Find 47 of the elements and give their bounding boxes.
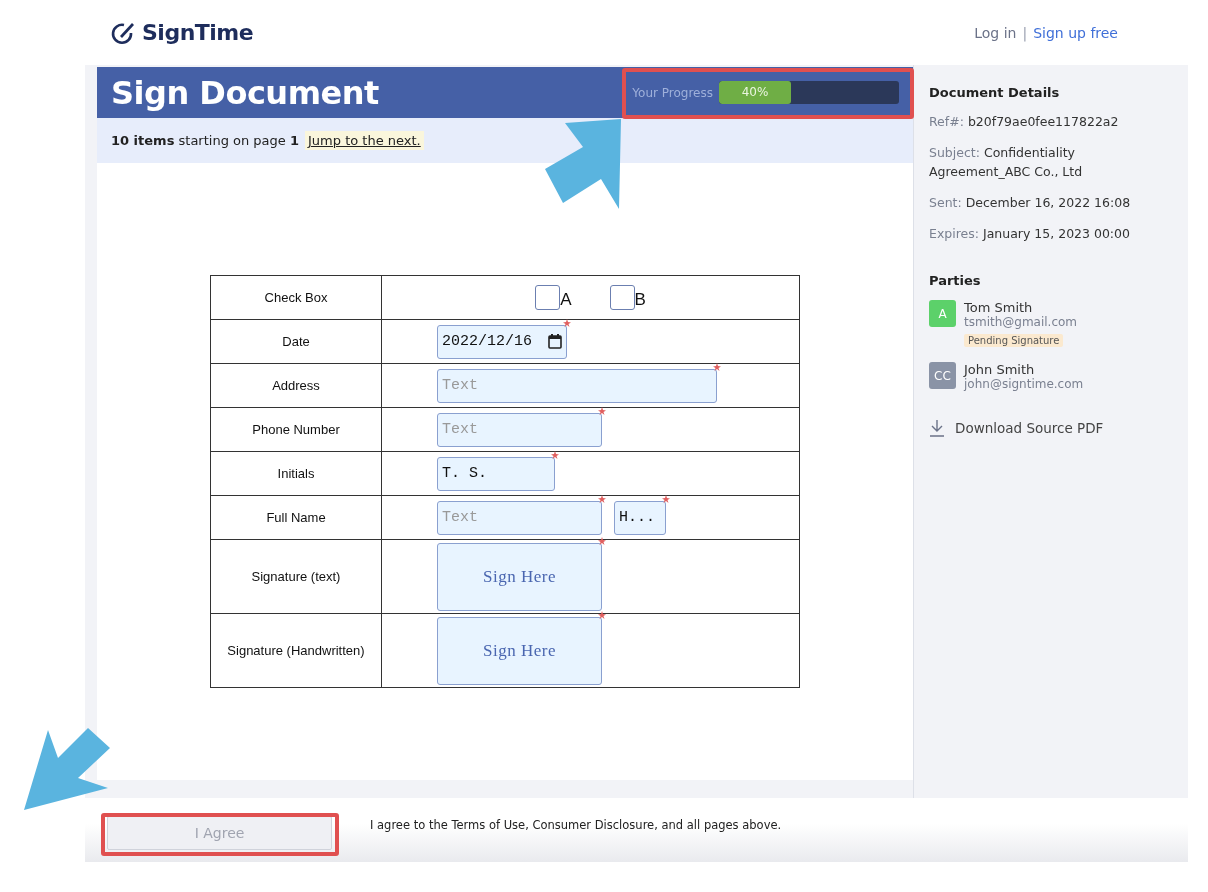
- status-badge: Pending Signature: [964, 334, 1064, 347]
- checkbox-label: B: [634, 290, 646, 310]
- text-field[interactable]: Text: [437, 412, 602, 447]
- download-icon: [929, 419, 945, 437]
- detail-item: Ref#: b20f79ae0fee117822a2: [929, 113, 1120, 131]
- party-email: john@signtime.com: [964, 377, 1084, 391]
- party-name: Tom Smith: [964, 300, 1034, 315]
- progress-reading: 40%: [740, 84, 770, 101]
- text-field[interactable]: H...: [614, 500, 666, 535]
- download-link[interactable]: Download Source PDF: [955, 420, 1104, 436]
- party-avatar: A: [929, 300, 956, 327]
- party-avatar: CC: [929, 362, 956, 389]
- login-link[interactable]: Log in: [974, 24, 1017, 41]
- field-label: Signature (Handwritten): [227, 643, 365, 658]
- details-heading: Document Details: [929, 85, 1061, 100]
- separator: |: [1022, 24, 1028, 41]
- field-label: Full Name: [266, 510, 326, 525]
- text-field[interactable]: Text: [437, 500, 602, 535]
- detail-item: Expires: January 15, 2023 00:00: [929, 225, 1131, 243]
- signature-field[interactable]: Sign Here: [437, 616, 602, 685]
- signature-field[interactable]: Sign Here: [437, 542, 602, 611]
- logo-icon: [110, 20, 136, 45]
- logo-text: SignTime: [142, 20, 254, 45]
- parties-heading: Parties: [929, 273, 982, 288]
- detail-item: Subject: Confidentiality Agreement_ABC Co., Ltd: [929, 144, 1084, 181]
- jump-link[interactable]: Jump to the next.: [305, 131, 424, 150]
- calendar-icon: [548, 334, 562, 349]
- date-field[interactable]: 2022/12/16: [437, 324, 567, 359]
- checkbox[interactable]: [609, 285, 635, 310]
- checkbox[interactable]: [535, 285, 561, 310]
- field-label: Initials: [277, 466, 315, 481]
- checkbox-label: A: [560, 290, 572, 310]
- field-label: Phone Number: [252, 422, 340, 437]
- terms-text: I agree to the Terms of Use, Consumer Disclosure, and all pages above.: [370, 818, 782, 832]
- text-field[interactable]: T. S.: [437, 456, 555, 491]
- signup-link[interactable]: Sign up free: [1033, 24, 1118, 41]
- items-notice: 10 items starting on page 1: [111, 133, 299, 148]
- text-field[interactable]: Text: [437, 368, 717, 403]
- field-label: Date: [282, 334, 310, 349]
- progress-label: Your Progress: [632, 85, 713, 100]
- detail-item: Sent: December 16, 2022 16:08: [929, 194, 1132, 212]
- party-email: tsmith@gmail.com: [964, 315, 1078, 329]
- field-label: Signature (text): [251, 569, 341, 584]
- field-label: Check Box: [264, 290, 328, 305]
- page-title: Sign Document: [111, 73, 379, 112]
- party-name: John Smith: [964, 362, 1036, 377]
- field-label: Address: [272, 378, 320, 393]
